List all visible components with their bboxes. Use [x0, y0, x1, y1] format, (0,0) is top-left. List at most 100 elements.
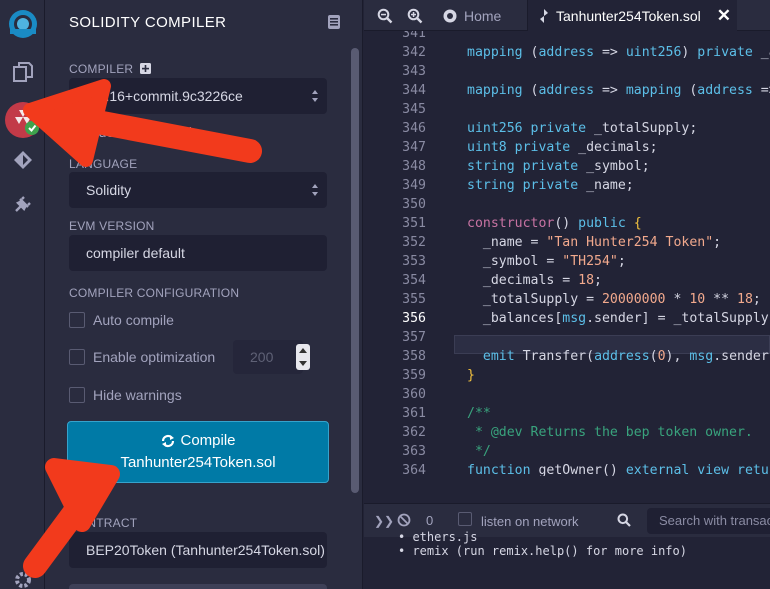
code-token: ),: [665, 349, 690, 364]
code-text: _symbol = "TH254";: [467, 252, 626, 271]
home-icon: [443, 9, 457, 22]
clear-terminal-icon[interactable]: [397, 513, 411, 527]
code-token: ;: [752, 292, 761, 307]
line-number: 349: [402, 178, 426, 193]
stepper-arrows-icon: [299, 348, 307, 366]
code-text: mapping (address => mapping (address => …: [467, 81, 770, 100]
code-line: 357: [364, 328, 770, 347]
select-arrows-icon: [312, 184, 318, 196]
nightly-builds-label[interactable]: Include nightly builds: [69, 124, 199, 140]
code-token: emit: [482, 349, 515, 364]
compiler-version-select[interactable]: 0.5.16+commit.9c3226ce: [69, 78, 327, 114]
compile-button[interactable]: Compile Tanhunter254Token.sol: [67, 421, 329, 483]
file-explorer-icon[interactable]: [0, 52, 45, 92]
code-token: uint256: [467, 121, 523, 136]
listen-network-label: listen on network: [481, 514, 579, 529]
code-token: (: [649, 349, 658, 364]
solidity-compiler-icon[interactable]: [0, 100, 45, 140]
line-number: 354: [402, 273, 426, 288]
auto-compile-checkbox[interactable]: [69, 312, 85, 328]
hide-warnings-checkbox[interactable]: [69, 387, 85, 403]
code-line: 348 string private _symbol;: [364, 157, 770, 176]
documentation-icon[interactable]: [328, 15, 340, 29]
zoom-out-icon[interactable]: [377, 8, 393, 24]
code-token: */: [467, 444, 491, 459]
line-number: 357: [402, 330, 426, 345]
deploy-run-icon[interactable]: [0, 140, 45, 180]
code-token: **: [705, 292, 737, 307]
code-token: private: [522, 178, 579, 193]
code-token: * @dev Returns the bep token owner.: [467, 425, 753, 440]
compiler-version-value: 0.5.16+commit.9c3226ce: [86, 88, 243, 104]
code-token: _symbol;: [578, 159, 650, 174]
optimization-checkbox[interactable]: [69, 349, 85, 365]
compile-filename: Tanhunter254Token.sol: [120, 454, 276, 471]
optimization-runs-input[interactable]: 200: [233, 340, 303, 374]
close-icon[interactable]: ✕: [717, 6, 731, 26]
code-text: */: [467, 442, 491, 461]
code-text: uint8 private _decimals;: [467, 138, 658, 157]
code-text: _name = "Tan Hunter254 Token";: [467, 233, 721, 252]
code-editor[interactable]: 341 342 mapping (address => uint256) priva…: [364, 31, 770, 476]
chevron-down-icon[interactable]: ❯❯: [374, 514, 394, 528]
code-token: _allowances;: [760, 45, 770, 60]
panel-title: SOLIDITY COMPILER: [69, 14, 227, 31]
evm-version-select[interactable]: compiler default: [69, 235, 327, 271]
code-token: address: [538, 45, 595, 60]
remix-logo-icon[interactable]: [0, 4, 45, 44]
code-line: 358 emit Transfer(address(0), msg.sender…: [364, 347, 770, 366]
code-token: ;: [617, 254, 626, 269]
code-token: 0: [657, 349, 666, 364]
terminal-search-input[interactable]: Search with transaction hash or address: [647, 508, 770, 534]
auto-compile-row[interactable]: Auto compile: [69, 311, 174, 329]
editor-hscroll: [364, 476, 770, 503]
plugin-icon[interactable]: [0, 184, 45, 224]
tab-file[interactable]: Tanhunter254Token.sol ✕: [527, 0, 737, 31]
code-token: _name;: [578, 178, 634, 193]
tab-home-label: Home: [464, 7, 502, 24]
code-token: (): [554, 216, 579, 231]
line-number: 363: [402, 444, 426, 459]
line-number: 351: [402, 216, 426, 231]
publish-button[interactable]: [69, 584, 327, 589]
code-token: .sender, _totalSupply);: [713, 349, 770, 364]
code-token: function: [467, 463, 531, 476]
zoom-in-icon[interactable]: [407, 8, 423, 24]
code-token: 10: [689, 292, 706, 307]
code-token: ): [681, 45, 698, 60]
language-select[interactable]: Solidity: [69, 172, 327, 208]
add-compiler-icon[interactable]: [139, 63, 151, 74]
tab-file-label: Tanhunter254Token.sol: [556, 7, 701, 24]
line-number: 343: [402, 64, 426, 79]
code-token: *: [665, 292, 690, 307]
code-text: constructor() public {: [467, 214, 642, 233]
settings-icon[interactable]: [0, 560, 45, 589]
code-token: constructor: [467, 216, 555, 231]
code-line: 346 uint256 private _totalSupply;: [364, 119, 770, 138]
code-token: mapping: [467, 45, 523, 60]
code-token: uint8: [467, 140, 507, 155]
compiler-label: COMPILER: [69, 62, 151, 76]
code-token: =>: [594, 83, 626, 98]
listen-network-checkbox[interactable]: [458, 512, 472, 526]
hide-warnings-row[interactable]: Hide warnings: [69, 386, 182, 404]
tab-home[interactable]: Home: [442, 0, 501, 31]
code-token: address: [594, 349, 650, 364]
panel-scrollbar[interactable]: [351, 48, 359, 493]
editor-tabbar: Home Tanhunter254Token.sol ✕: [364, 0, 770, 31]
compiler-panel: SOLIDITY COMPILER COMPILER 0.5.16+commit…: [45, 0, 363, 589]
runs-stepper[interactable]: [296, 344, 310, 370]
code-line: 342 mapping (address => uint256) private …: [364, 43, 770, 62]
code-line: 359}: [364, 366, 770, 385]
optimization-row[interactable]: Enable optimization: [69, 348, 215, 366]
code-token: _symbol =: [467, 254, 563, 269]
contract-select[interactable]: BEP20Token (Tanhunter254Token.sol): [69, 532, 327, 568]
evm-version-value: compiler default: [86, 245, 185, 261]
code-token: msg: [562, 311, 587, 326]
code-token: address: [697, 83, 753, 98]
hide-warnings-label: Hide warnings: [93, 387, 182, 403]
